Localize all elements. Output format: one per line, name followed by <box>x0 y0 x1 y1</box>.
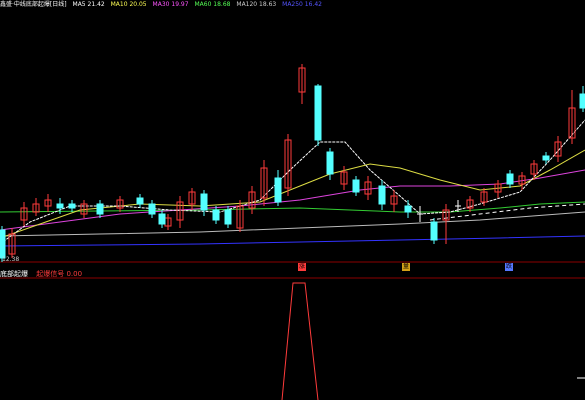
candle-body <box>200 193 208 211</box>
marker-volume: 量 <box>402 263 410 271</box>
sub-indicator-legend: 底部起爆 起爆信号 0.00 <box>0 268 88 280</box>
candle-body <box>68 203 76 209</box>
ma5-line <box>0 119 585 245</box>
ma120-line <box>0 211 585 237</box>
candle-body <box>430 221 438 241</box>
candle-body <box>542 155 550 161</box>
ma250-line <box>0 235 585 247</box>
candle-body <box>404 205 412 213</box>
ma60-line <box>0 201 585 213</box>
marker-rise: 涨 <box>298 263 306 271</box>
marker-label: 量 <box>402 263 409 270</box>
ma10-line <box>0 149 585 239</box>
signal-spike-line <box>281 282 319 400</box>
candle-body <box>56 203 64 209</box>
candle-body <box>224 209 232 225</box>
candle-body <box>136 197 144 205</box>
up-candles <box>8 64 576 258</box>
candle-body <box>506 173 514 185</box>
down-candles <box>0 84 585 262</box>
kline-chart[interactable] <box>0 0 585 400</box>
candle-body <box>96 203 104 215</box>
candle-body <box>212 209 220 221</box>
candle-body <box>378 185 386 205</box>
candle-body <box>0 229 6 259</box>
sub-indicator-value: 起爆信号 0.00 <box>36 270 83 278</box>
candle-body <box>314 85 322 141</box>
marker-label: 涨 <box>298 263 305 270</box>
sub-indicator-name[interactable]: 底部起爆 <box>0 270 28 278</box>
candle-body <box>579 93 585 109</box>
candle-body <box>274 177 282 203</box>
candle-body <box>326 151 334 175</box>
marker-fall: 跌 <box>505 263 513 271</box>
ma30-line <box>0 169 585 231</box>
marker-label: 跌 <box>505 263 512 270</box>
candle-body <box>148 203 156 215</box>
candle-body <box>352 179 360 193</box>
candle-body <box>158 213 166 225</box>
price-low-label: 12.38 <box>2 256 20 263</box>
